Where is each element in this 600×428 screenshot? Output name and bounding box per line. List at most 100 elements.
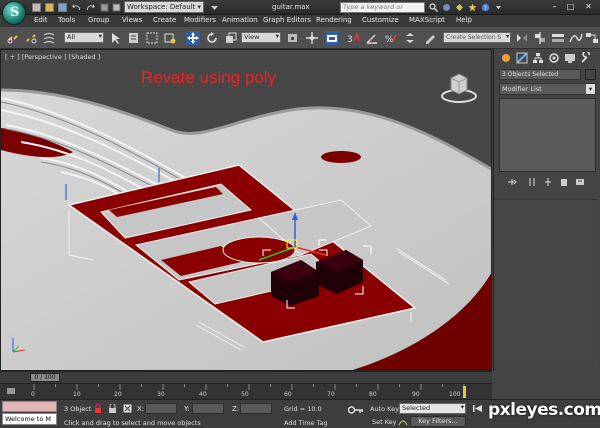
hold-icon[interactable] [100, 3, 109, 12]
save-file-icon[interactable] [58, 3, 67, 12]
menu-modifiers[interactable]: Modifiers [184, 16, 216, 24]
menu-rendering[interactable]: Rendering [316, 16, 352, 24]
workspace-dropdown[interactable]: Workspace: Default [124, 1, 204, 13]
auto-key-button[interactable]: Auto Key [370, 405, 399, 413]
modifier-list-dropdown[interactable]: Modifier List [499, 83, 596, 95]
object-name-field[interactable]: 3 Objects Selected [499, 69, 581, 80]
make-unique-icon[interactable] [543, 177, 553, 187]
track-bar[interactable]: 0 10 20 30 40 50 60 70 80 90 100 [0, 383, 492, 399]
menu-customize[interactable]: Customize [362, 16, 399, 24]
favorites-icon[interactable] [468, 3, 477, 12]
app-logo[interactable]: S [2, 1, 26, 25]
open-file-icon[interactable] [45, 3, 54, 12]
time-slider-thumb[interactable]: 0 / 100 [30, 373, 60, 382]
show-end-result-icon[interactable] [527, 177, 537, 187]
menu-group[interactable]: Group [88, 16, 109, 24]
maxscript-mini-listener[interactable]: Welcome to M [2, 413, 57, 425]
schematic-view-icon[interactable] [585, 31, 599, 45]
pin-stack-icon[interactable] [507, 177, 517, 187]
select-object-icon[interactable] [109, 31, 123, 45]
search-icon[interactable] [429, 3, 438, 12]
watermark-logo: pxleyes.com [488, 400, 600, 420]
menu-maxscript[interactable]: MAXScript [409, 16, 445, 24]
hierarchy-tab-icon[interactable] [532, 52, 544, 64]
display-tab-icon[interactable] [564, 52, 576, 64]
help-icon[interactable]: ? [481, 3, 490, 12]
window-crossing-icon[interactable] [163, 31, 177, 45]
key-mode-dropdown[interactable]: Selected [399, 403, 466, 414]
rectangular-selection-icon[interactable] [145, 31, 159, 45]
remove-modifier-icon[interactable] [559, 177, 569, 187]
select-and-manipulate-icon[interactable] [305, 31, 319, 45]
snaps-toggle-icon[interactable]: 3 [346, 31, 360, 45]
maxscript-listener-output[interactable] [2, 401, 57, 412]
z-coordinate-field[interactable] [240, 403, 272, 414]
menu-help[interactable]: Help [456, 16, 472, 24]
lock-selection-icon[interactable] [94, 404, 102, 413]
timeline-config-icon[interactable] [6, 386, 16, 396]
maximize-button[interactable]: □ [564, 1, 577, 13]
subscription-icon[interactable] [442, 3, 451, 12]
curve-editor-icon[interactable] [569, 31, 583, 45]
search-input[interactable]: Type a keyword or phrase [340, 2, 425, 20]
select-and-move-icon[interactable] [186, 31, 200, 45]
edit-named-selection-icon[interactable] [424, 31, 438, 45]
menu-graph-editors[interactable]: Graph Editors [263, 16, 311, 24]
reference-coordinate-dropdown[interactable]: View [241, 32, 281, 43]
viewcube-icon[interactable] [439, 68, 479, 108]
prompt-line: Click and drag to select and move object… [64, 419, 201, 427]
select-and-scale-icon[interactable] [224, 31, 238, 45]
x-coordinate-field[interactable] [145, 403, 177, 414]
new-file-icon[interactable] [32, 3, 41, 12]
time-slider[interactable]: 0 / 100 [0, 371, 492, 383]
unlink-icon[interactable] [24, 31, 38, 45]
mirror-icon[interactable] [515, 31, 529, 45]
menu-edit[interactable]: Edit [34, 16, 48, 24]
track-tick-label: 20 [114, 391, 122, 398]
modifier-stack-toolbar [499, 177, 596, 189]
lock-icon[interactable] [108, 403, 117, 413]
communication-icon[interactable] [455, 3, 464, 12]
selection-filter-dropdown[interactable]: All [64, 32, 104, 43]
layer-manager-icon[interactable] [551, 31, 565, 45]
minimize-button[interactable]: – [548, 1, 561, 13]
object-color-swatch[interactable] [585, 69, 596, 80]
add-time-tag-button[interactable]: Add Time Tag [284, 419, 328, 427]
key-filters-button[interactable]: Key Filters... [410, 416, 466, 427]
pivot-center-icon[interactable] [286, 31, 300, 45]
viewport-label[interactable]: [ + ] [Perspective ] [Shaded ] [5, 53, 100, 61]
perspective-viewport[interactable]: [ + ] [Perspective ] [Shaded ] Revate us… [0, 49, 492, 371]
utilities-tab-icon[interactable] [580, 50, 592, 64]
close-button[interactable]: ✕ [582, 1, 595, 13]
menu-views[interactable]: Views [122, 16, 142, 24]
redo-icon[interactable] [86, 3, 95, 12]
help-dropdown-icon[interactable] [494, 3, 503, 12]
modify-tab-icon[interactable] [516, 52, 528, 64]
undo-icon[interactable] [72, 3, 81, 12]
default-in-out-tangents-icon[interactable] [398, 417, 408, 426]
workspace-options-icon[interactable] [210, 3, 219, 12]
align-icon[interactable] [533, 31, 547, 45]
link-icon[interactable] [6, 31, 20, 45]
select-by-name-icon[interactable] [127, 31, 141, 45]
configure-modifier-sets-icon[interactable] [575, 177, 585, 187]
select-and-rotate-icon[interactable] [205, 31, 219, 45]
absolute-mode-icon[interactable] [123, 404, 132, 413]
angle-snap-icon[interactable] [365, 31, 379, 45]
menu-animation[interactable]: Animation [222, 16, 258, 24]
keyboard-shortcut-override-icon[interactable] [325, 31, 339, 45]
menu-create[interactable]: Create [153, 16, 176, 24]
fetch-icon[interactable] [112, 3, 121, 12]
percent-snap-icon[interactable]: % [384, 31, 398, 45]
bind-space-warp-icon[interactable] [42, 31, 56, 45]
go-to-start-icon[interactable] [472, 404, 484, 413]
set-key-button[interactable]: Set Key [372, 418, 397, 426]
menu-tools[interactable]: Tools [58, 16, 75, 24]
y-coordinate-field[interactable] [192, 403, 224, 414]
named-selection-set-dropdown[interactable]: Create Selection S [443, 32, 511, 43]
motion-tab-icon[interactable] [548, 52, 560, 64]
key-icon[interactable] [347, 406, 364, 414]
create-tab-icon[interactable] [500, 52, 512, 64]
spinner-snap-icon[interactable] [403, 31, 417, 45]
modifier-stack[interactable] [499, 98, 596, 172]
